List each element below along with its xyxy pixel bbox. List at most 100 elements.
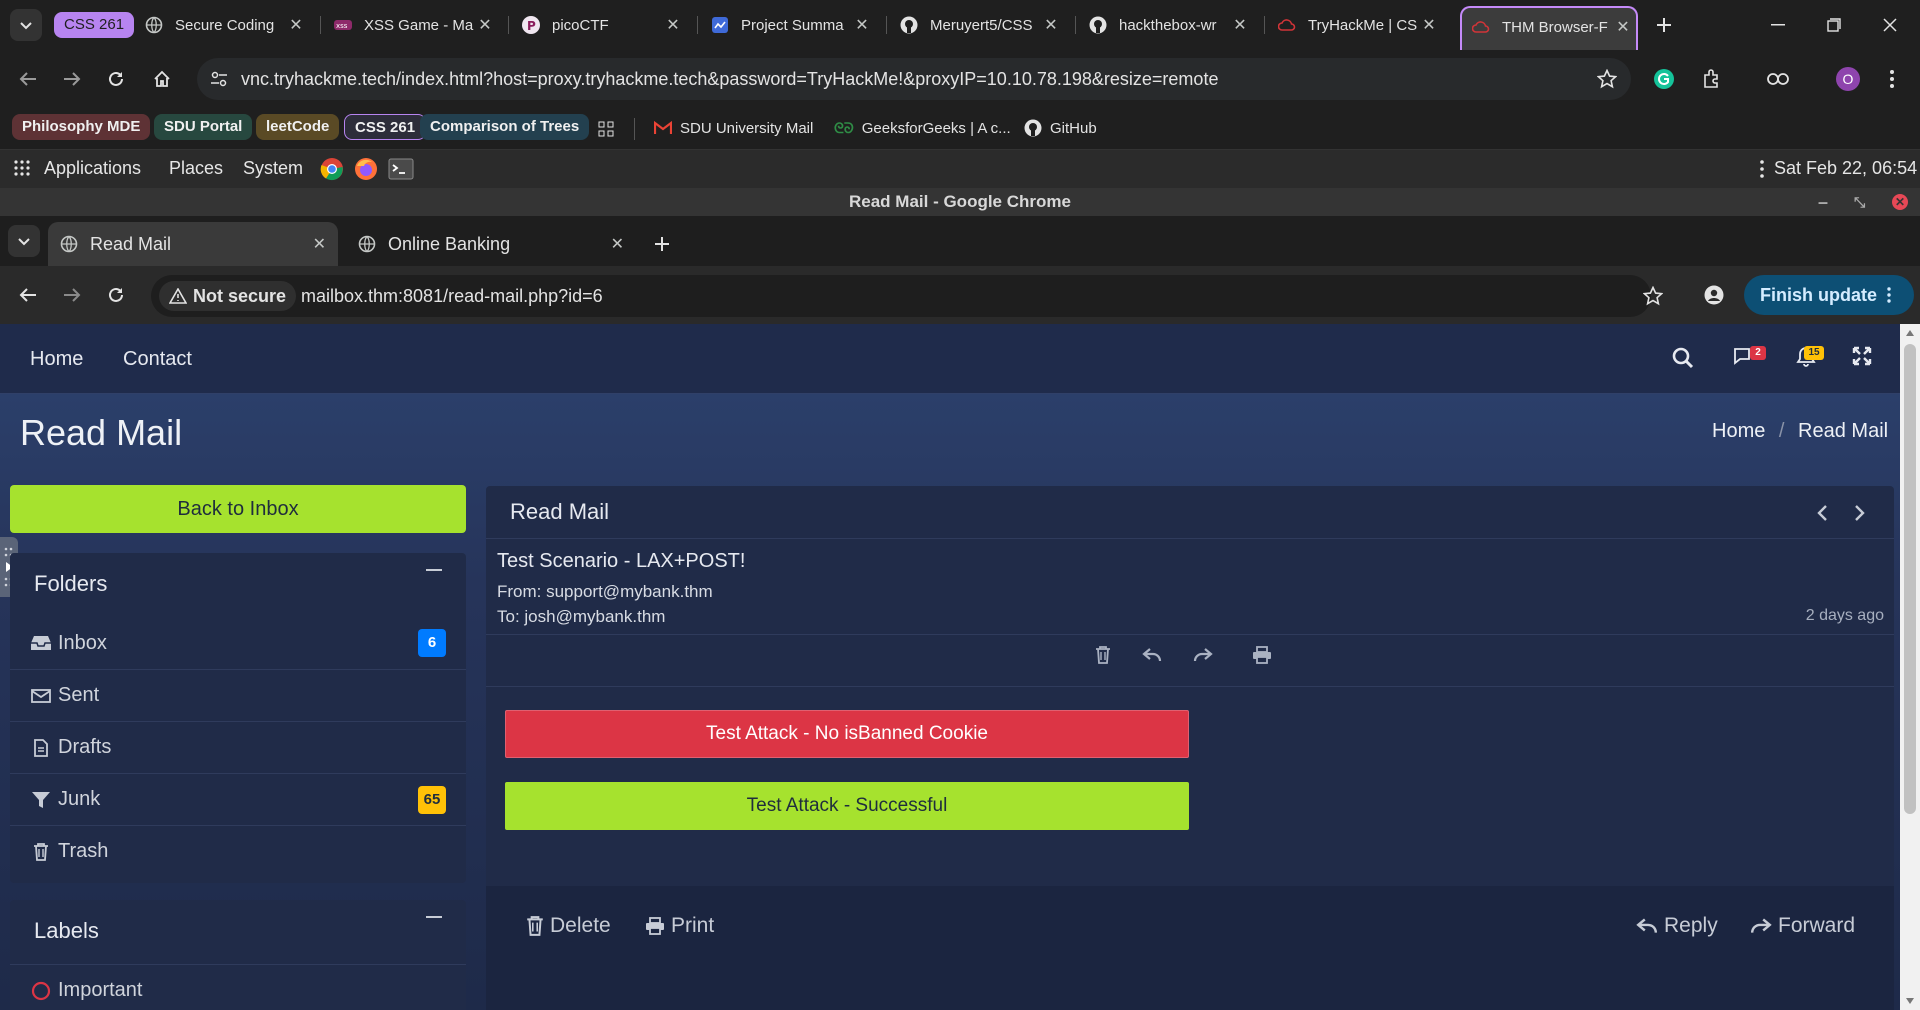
window-maximize-button[interactable]: ⤡ [1854, 188, 1865, 216]
back-button[interactable] [12, 63, 44, 95]
bookmark-sdu-mail[interactable]: SDU University Mail [654, 116, 813, 140]
print-button[interactable] [1248, 641, 1276, 669]
terminal-launcher-icon[interactable] [388, 157, 414, 181]
bookmark-geeksforgeeks[interactable]: ᘓᘐ GeeksforGeeks | A c... [834, 116, 1011, 140]
tab-search-button[interactable] [8, 225, 40, 257]
reply-button[interactable] [1138, 641, 1166, 669]
forward-mail-button[interactable] [1189, 641, 1217, 669]
clock[interactable]: Sat Feb 22, 06:54 [1774, 158, 1917, 179]
nav-home-link[interactable]: Home [30, 348, 83, 371]
reload-button[interactable] [100, 63, 132, 95]
scroll-down-arrow[interactable] [1906, 998, 1914, 1004]
close-icon[interactable]: ✕ [1614, 17, 1632, 37]
bookmark-star-icon[interactable] [1591, 63, 1623, 95]
inner-tab-online-banking[interactable]: Online Banking ✕ [346, 222, 636, 266]
page-scrollbar[interactable] [1900, 324, 1920, 1010]
breadcrumb-home-link[interactable]: Home [1712, 420, 1765, 442]
firefox-launcher-icon[interactable] [354, 157, 378, 181]
label-important[interactable]: Important [10, 964, 466, 1010]
close-icon[interactable]: ✕ [853, 15, 871, 35]
close-icon[interactable]: ✕ [1420, 15, 1438, 35]
bookmark-github[interactable]: GitHub [1024, 116, 1097, 140]
profile-icon[interactable] [1698, 279, 1730, 311]
inner-address-bar[interactable]: Not secure mailbox.thm:8081/read-mail.ph… [151, 275, 1663, 317]
test-attack-success-button[interactable]: Test Attack - Successful [505, 782, 1189, 830]
bookmark-folder-trees[interactable]: Comparison of Trees [420, 114, 590, 140]
close-icon[interactable]: ✕ [1042, 15, 1060, 35]
outer-tab-hackthebox[interactable]: hackthebox-wr ✕ [1089, 8, 1249, 42]
scrollbar-thumb[interactable] [1904, 344, 1916, 814]
outer-tab-thm-browser[interactable]: THM Browser-F ✕ [1472, 10, 1632, 44]
forward-button[interactable] [56, 63, 88, 95]
bookmark-folder-sdu-portal[interactable]: SDU Portal [154, 114, 253, 140]
site-info-icon[interactable] [203, 63, 235, 95]
close-icon[interactable]: ✕ [476, 15, 494, 35]
reload-button[interactable] [100, 279, 132, 311]
inner-url-text[interactable]: mailbox.thm:8081/read-mail.php?id=6 [301, 286, 603, 307]
search-icon[interactable] [1672, 347, 1694, 369]
footer-forward-button[interactable]: Forward [1750, 910, 1855, 942]
close-icon[interactable]: ✕ [611, 234, 624, 254]
collapse-minus-icon[interactable] [426, 569, 442, 571]
window-close-button[interactable]: ✕ [1892, 194, 1908, 210]
folder-sent[interactable]: Sent [10, 669, 466, 721]
outer-tab-secure-coding[interactable]: Secure Coding ✕ [145, 8, 305, 42]
profile-avatar[interactable]: O [1832, 63, 1864, 95]
close-icon[interactable]: ✕ [1231, 15, 1249, 35]
tab-group-chip[interactable]: CSS 261 [54, 12, 135, 38]
new-tab-button[interactable] [1648, 9, 1680, 41]
home-button[interactable] [146, 63, 178, 95]
outer-tab-meruyert-css[interactable]: Meruyert5/CSS ✕ [900, 8, 1060, 42]
outer-tab-project-summary[interactable]: Project Summa ✕ [711, 8, 871, 42]
forward-button[interactable] [56, 279, 88, 311]
next-mail-button[interactable] [1854, 504, 1866, 522]
footer-print-button[interactable]: Print [645, 910, 714, 942]
minimize-button[interactable] [1762, 9, 1794, 41]
finish-update-button[interactable]: Finish update [1744, 275, 1914, 315]
outer-tab-xss-game[interactable]: xss XSS Game - Ma ✕ [334, 8, 494, 42]
folder-trash[interactable]: Trash [10, 825, 466, 877]
folder-junk[interactable]: Junk 65 [10, 773, 466, 825]
bookmark-folder-philosophy[interactable]: Philosophy MDE [12, 114, 151, 140]
back-to-inbox-button[interactable]: Back to Inbox [10, 485, 466, 533]
window-close-button[interactable] [1874, 9, 1906, 41]
nav-contact-link[interactable]: Contact [123, 348, 192, 371]
inner-tab-read-mail[interactable]: Read Mail ✕ [48, 222, 338, 266]
applications-menu[interactable]: Applications [44, 158, 141, 179]
fullscreen-icon[interactable] [1852, 346, 1872, 366]
apps-grid-icon[interactable] [590, 113, 622, 145]
folder-drafts[interactable]: Drafts [10, 721, 466, 773]
grammarly-extension-icon[interactable] [1648, 63, 1680, 95]
collapse-minus-icon[interactable] [426, 916, 442, 918]
new-tab-button[interactable] [646, 228, 678, 260]
places-menu[interactable]: Places [169, 158, 223, 179]
delete-button[interactable] [1089, 641, 1117, 669]
link-icon[interactable] [1762, 63, 1794, 95]
junk-count-badge: 65 [418, 786, 446, 814]
close-icon[interactable]: ✕ [287, 15, 305, 35]
test-attack-fail-button[interactable]: Test Attack - No isBanned Cookie [505, 710, 1189, 758]
back-button[interactable] [12, 279, 44, 311]
restore-button[interactable] [1818, 9, 1850, 41]
outer-tab-picoctf[interactable]: P picoCTF ✕ [522, 8, 682, 42]
scroll-up-arrow[interactable] [1906, 330, 1914, 336]
chrome-launcher-icon[interactable] [320, 157, 344, 181]
security-chip[interactable]: Not secure [159, 281, 297, 311]
footer-reply-button[interactable]: Reply [1636, 910, 1718, 942]
close-icon[interactable]: ✕ [664, 15, 682, 35]
outer-tab-tryhackme[interactable]: TryHackMe | CS ✕ [1278, 8, 1438, 42]
footer-delete-button[interactable]: Delete [526, 910, 611, 942]
tab-search-button[interactable] [10, 9, 42, 41]
bookmark-folder-leetcode[interactable]: leetCode [256, 114, 340, 140]
system-menu[interactable]: System [243, 158, 303, 179]
extensions-icon[interactable] [1696, 63, 1728, 95]
outer-address-bar[interactable]: vnc.tryhackme.tech/index.html?host=proxy… [197, 58, 1631, 100]
folder-inbox[interactable]: Inbox 6 [10, 617, 466, 669]
window-minimize-button[interactable]: – [1818, 188, 1828, 216]
close-icon[interactable]: ✕ [313, 234, 326, 254]
bookmark-star-icon[interactable] [1637, 280, 1669, 312]
bookmark-folder-css261[interactable]: CSS 261 [344, 114, 427, 140]
outer-url-text[interactable]: vnc.tryhackme.tech/index.html?host=proxy… [241, 69, 1571, 90]
previous-mail-button[interactable] [1816, 504, 1828, 522]
kebab-menu-icon[interactable] [1876, 63, 1908, 95]
